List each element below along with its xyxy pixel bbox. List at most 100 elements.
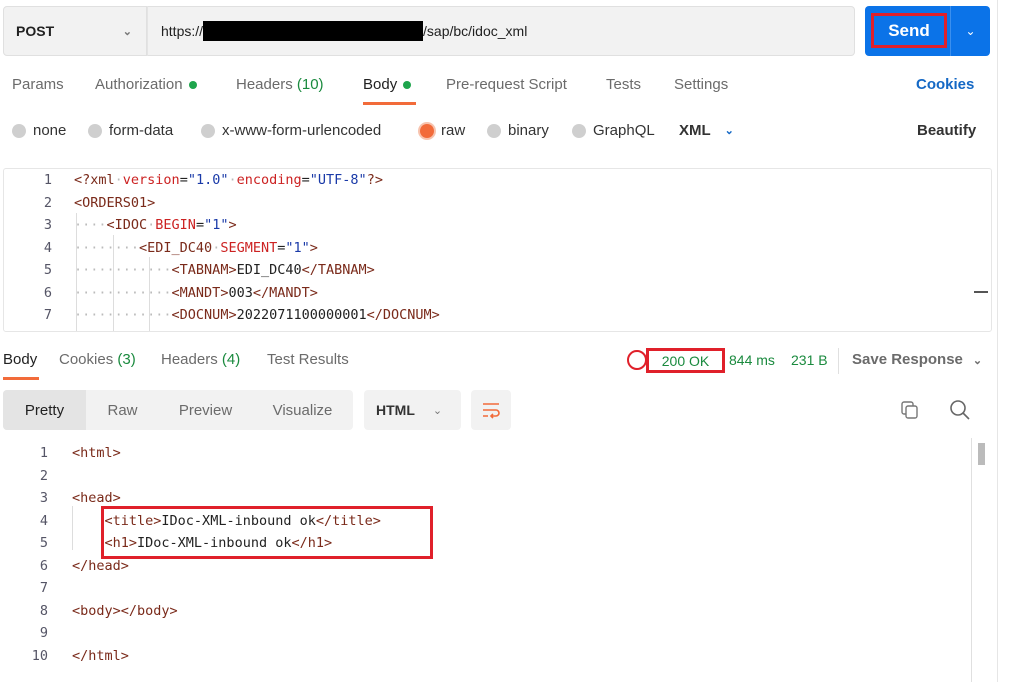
response-time[interactable]: 844 ms — [729, 352, 775, 368]
line-number: 3 — [43, 217, 52, 233]
resize-handle-icon[interactable] — [974, 291, 988, 293]
code-token: encoding — [236, 172, 302, 188]
request-body-editor[interactable]: 1 <?xml·version="1.0"·encoding="UTF-8"?> 2… — [3, 168, 992, 332]
code-token: ············ — [74, 307, 172, 323]
scrollbar-thumb[interactable] — [978, 443, 985, 465]
line-number: 5 — [39, 535, 48, 551]
line-number: 6 — [43, 284, 52, 301]
radio-label: GraphQL — [593, 122, 655, 139]
code-token: <body></body> — [72, 602, 178, 619]
view-mode-selector: Pretty Raw Preview Visualize — [3, 390, 353, 430]
cookies-link[interactable]: Cookies — [916, 76, 974, 93]
response-tab-cookies[interactable]: Cookies (3) — [59, 351, 136, 368]
url-input[interactable]: https:// /sap/bc/idoc_xml — [147, 6, 855, 56]
radio-label: raw — [441, 122, 466, 139]
wrap-icon — [483, 403, 500, 419]
response-tab-headers[interactable]: Headers (4) — [161, 351, 240, 368]
view-raw[interactable]: Raw — [86, 390, 159, 430]
format-label: HTML — [376, 402, 415, 418]
code-token: "UTF-8" — [309, 172, 367, 188]
code-token: "1" — [285, 239, 310, 256]
send-button-group: Send ⌄ — [865, 6, 990, 56]
line-number: 4 — [43, 239, 52, 256]
line-number: 7 — [43, 307, 52, 323]
language-select[interactable]: XML ⌄ — [679, 122, 734, 139]
search-icon[interactable] — [949, 399, 971, 421]
tab-tests[interactable]: Tests — [606, 76, 641, 93]
copy-icon[interactable] — [900, 400, 920, 420]
tab-authorization[interactable]: Authorization — [95, 76, 197, 93]
line-number: 5 — [43, 262, 52, 278]
save-response-button[interactable]: Save Response ⌄ — [852, 351, 982, 368]
tab-label: Body — [363, 76, 398, 93]
code-token: · — [114, 172, 123, 188]
status-dot-icon — [188, 81, 197, 90]
code-token: </head> — [72, 557, 129, 574]
view-pretty[interactable]: Pretty — [3, 390, 86, 430]
tab-label: Headers — [236, 76, 293, 93]
view-preview[interactable]: Preview — [159, 390, 252, 430]
code-token: <TABNAM> — [171, 262, 237, 278]
line-number: 8 — [39, 602, 48, 619]
code-token: BEGIN — [155, 217, 196, 233]
radio-icon — [572, 123, 586, 138]
send-options-chevron-icon[interactable]: ⌄ — [950, 6, 990, 56]
method-label: POST — [16, 23, 55, 39]
code-token: > — [309, 239, 318, 256]
redacted-host — [203, 21, 424, 41]
tab-label: Cookies — [59, 351, 114, 368]
highlight-box — [101, 506, 433, 559]
divider — [838, 348, 839, 374]
code-token: "1" — [204, 217, 229, 233]
code-token: = — [179, 172, 188, 188]
response-body-viewer[interactable]: 1 <html> 2 3 <head> 4 <title>IDoc-XML-inbound… — [0, 438, 970, 682]
view-visualize[interactable]: Visualize — [252, 390, 353, 430]
url-prefix: https:// — [161, 23, 204, 39]
tab-body[interactable]: Body — [363, 76, 412, 93]
response-size[interactable]: 231 B — [791, 352, 828, 368]
tab-headers[interactable]: Headers (10) — [236, 76, 324, 93]
radio-selected-icon — [420, 123, 434, 138]
method-select[interactable]: POST ⌄ — [3, 6, 147, 56]
tab-params[interactable]: Params — [12, 76, 64, 93]
headers-count: (10) — [296, 76, 324, 93]
scroll-track — [971, 438, 972, 682]
code-token: </TABNAM> — [301, 262, 375, 278]
send-button[interactable]: Send — [871, 13, 947, 48]
line-number: 6 — [39, 557, 48, 574]
radio-form-data[interactable]: form-data — [88, 122, 173, 139]
code-line: ········<EDI_DC40·SEGMENT="1"> — [74, 240, 318, 256]
globe-network-icon[interactable] — [627, 350, 647, 370]
response-tab-test-results[interactable]: Test Results — [267, 351, 349, 368]
code-token: </MANDT> — [252, 284, 318, 301]
save-response-label: Save Response — [852, 351, 963, 368]
code-token: EDI_DC40 — [236, 262, 302, 278]
code-line: <ORDERS01> — [74, 195, 155, 211]
line-number: 3 — [39, 490, 48, 506]
code-token: "1.0" — [187, 172, 229, 188]
code-token: version — [122, 172, 180, 188]
code-line: ············<TABNAM>EDI_DC40</TABNAM> — [74, 262, 375, 278]
code-token: <?xml — [74, 172, 115, 188]
radio-label: form-data — [109, 122, 174, 139]
radio-urlencoded[interactable]: x-www-form-urlencoded — [201, 122, 381, 139]
code-token: ············ — [74, 284, 172, 301]
response-tab-body[interactable]: Body — [3, 351, 37, 368]
tab-settings[interactable]: Settings — [674, 76, 728, 93]
radio-binary[interactable]: binary — [487, 122, 549, 139]
status-badge[interactable]: 200 OK — [646, 348, 725, 373]
code-line: ············<DOCNUM>2022071100000001</DO… — [74, 307, 440, 323]
chevron-down-icon: ⌄ — [972, 355, 983, 367]
code-token: ?> — [366, 172, 383, 188]
radio-raw[interactable]: raw — [420, 122, 465, 139]
format-select[interactable]: HTML ⌄ — [364, 390, 461, 430]
radio-none[interactable]: none — [12, 122, 66, 139]
tab-prerequest-script[interactable]: Pre-request Script — [446, 76, 567, 93]
beautify-link[interactable]: Beautify — [917, 122, 976, 139]
code-line: ············<MANDT>003</MANDT> — [74, 285, 318, 301]
code-token: ········ — [74, 239, 140, 256]
radio-graphql[interactable]: GraphQL — [572, 122, 655, 139]
code-token: · — [228, 172, 237, 188]
wrap-lines-button[interactable] — [471, 390, 511, 430]
radio-label: none — [33, 122, 67, 139]
